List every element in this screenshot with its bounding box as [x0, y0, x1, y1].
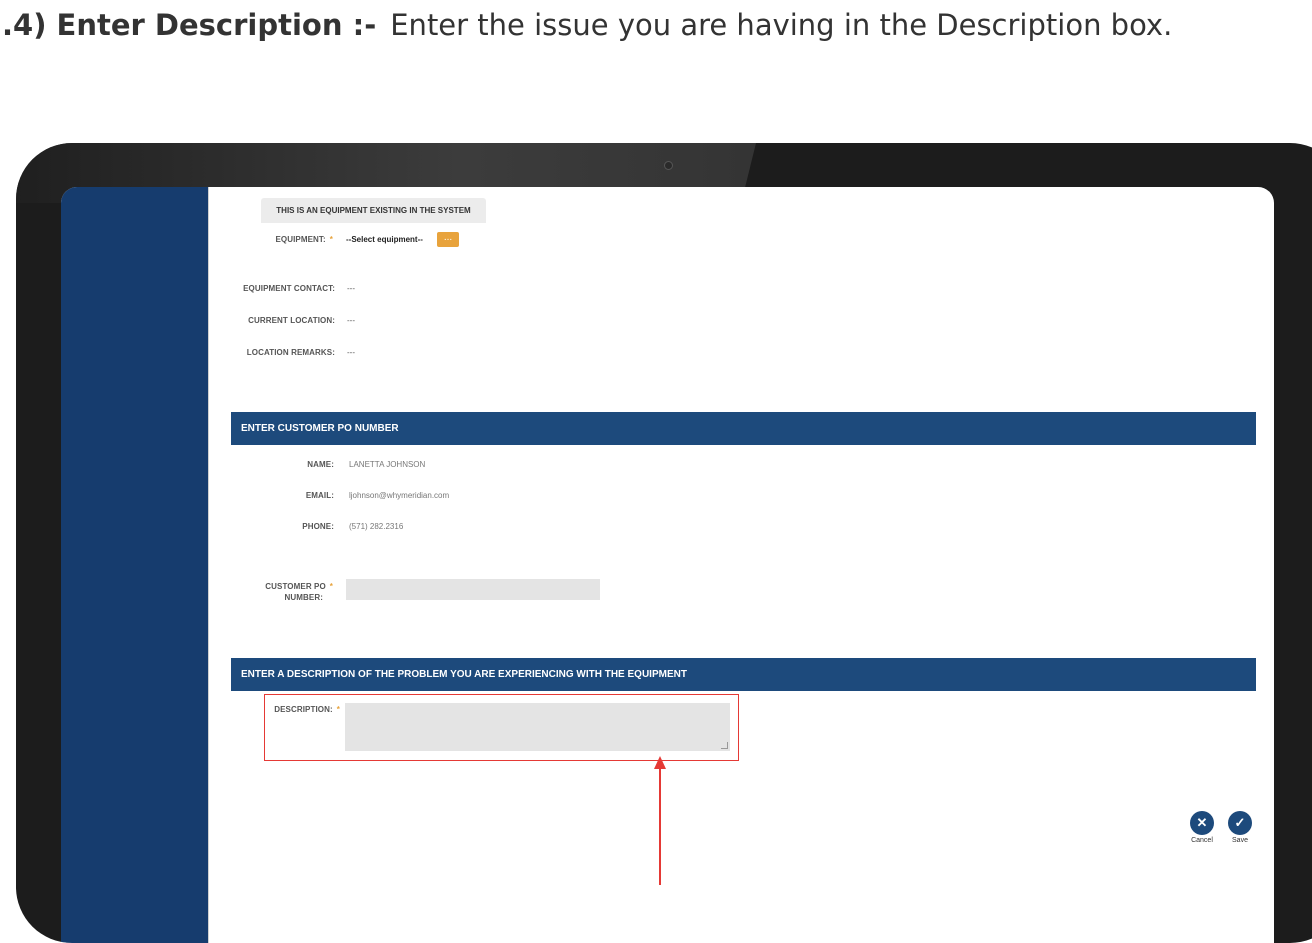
- camera-icon: [664, 161, 673, 170]
- resize-grip-icon[interactable]: [721, 742, 728, 749]
- save-button-label[interactable]: Save: [1223, 837, 1257, 844]
- current-location-value: ---: [347, 316, 355, 325]
- description-section-header: ENTER A DESCRIPTION OF THE PROBLEM YOU A…: [231, 658, 1256, 691]
- customer-po-label: CUSTOMER PO * NUMBER:: [265, 582, 333, 602]
- required-marker: *: [329, 582, 333, 591]
- location-remarks-label: LOCATION REMARKS:: [246, 348, 335, 357]
- equipment-contact-label: EQUIPMENT CONTACT:: [243, 284, 335, 293]
- tablet-frame: THIS IS AN EQUIPMENT EXISTING IN THE SYS…: [16, 143, 1312, 943]
- tab-existing-equipment[interactable]: THIS IS AN EQUIPMENT EXISTING IN THE SYS…: [261, 198, 486, 223]
- location-remarks-value: ---: [347, 348, 355, 357]
- description-textarea[interactable]: [345, 703, 730, 751]
- equipment-select[interactable]: --Select equipment--: [346, 235, 423, 244]
- equipment-contact-value: ---: [347, 284, 355, 293]
- phone-value: (571) 282.2316: [349, 522, 404, 531]
- instruction-text: Enter the issue you are having in the De…: [390, 8, 1173, 42]
- current-location-label: CURRENT LOCATION:: [248, 316, 335, 325]
- cancel-button-label[interactable]: Cancel: [1185, 837, 1219, 844]
- save-icon[interactable]: ✓: [1228, 811, 1252, 835]
- tablet-screen: THIS IS AN EQUIPMENT EXISTING IN THE SYS…: [61, 187, 1274, 943]
- required-marker: *: [336, 705, 340, 714]
- sidebar: [61, 187, 208, 943]
- form-content: THIS IS AN EQUIPMENT EXISTING IN THE SYS…: [209, 187, 1274, 943]
- cancel-icon[interactable]: ✕: [1190, 811, 1214, 835]
- instruction-step: .4) Enter Description :-: [2, 8, 377, 42]
- phone-label: PHONE:: [302, 522, 334, 531]
- equipment-label: EQUIPMENT: *: [275, 235, 333, 244]
- customer-po-section-header: ENTER CUSTOMER PO NUMBER: [231, 412, 1256, 445]
- browse-equipment-button[interactable]: ...: [437, 232, 459, 247]
- email-label: EMAIL:: [305, 491, 334, 500]
- required-marker: *: [329, 235, 333, 244]
- name-label: NAME:: [307, 460, 334, 469]
- pointer-arrow: [659, 768, 661, 885]
- description-label: DESCRIPTION: *: [274, 705, 340, 714]
- name-value: LANETTA JOHNSON: [349, 460, 426, 469]
- customer-po-input[interactable]: [346, 579, 600, 600]
- email-value: ljohnson@whymeridian.com: [349, 491, 450, 500]
- instruction-heading: .4) Enter Description :- Enter the issue …: [2, 8, 1172, 42]
